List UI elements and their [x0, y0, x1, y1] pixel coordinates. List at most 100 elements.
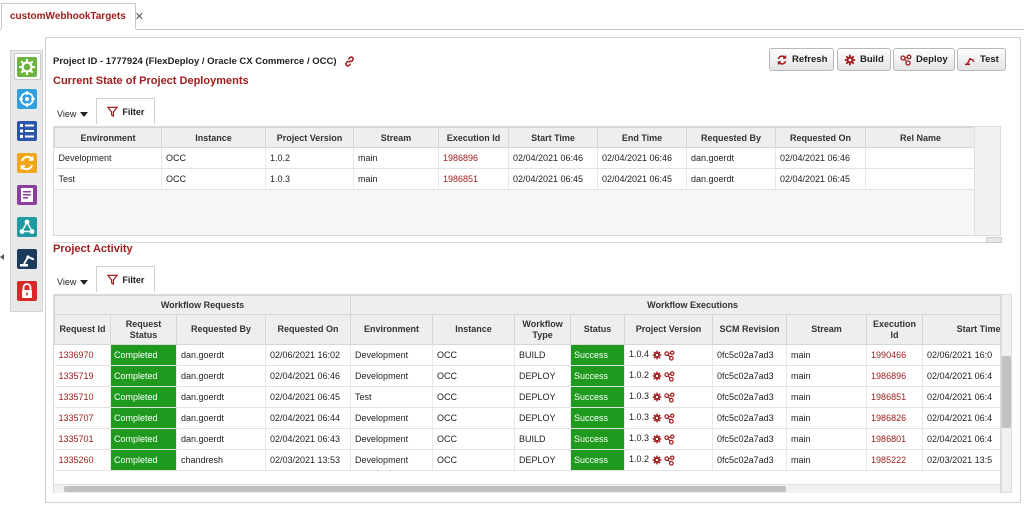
execution-id-link[interactable]: 1986801 [866, 428, 924, 450]
table-cell: 0fc5c02a7ad3 [712, 449, 788, 471]
refresh-button[interactable]: Refresh [769, 48, 835, 71]
column-header[interactable]: Execution Id [438, 127, 509, 148]
column-header[interactable]: Stream [786, 314, 868, 345]
column-header[interactable]: Instance [161, 127, 266, 148]
filter-button[interactable]: Filter [96, 98, 156, 124]
gear-icon[interactable] [652, 434, 662, 444]
view-menu[interactable]: View [57, 109, 89, 124]
table-cell: 0fc5c02a7ad3 [712, 344, 788, 366]
left-rail [10, 50, 43, 312]
table-cell: dan.goerdt [176, 344, 266, 366]
table-row[interactable]: 1335707 Completed dan.goerdt 02/04/2021 06:… [54, 407, 1000, 429]
deploy-button[interactable]: Deploy [893, 48, 955, 71]
deploy-icon[interactable] [664, 350, 675, 361]
test-button[interactable]: Test [957, 48, 1006, 71]
column-header[interactable]: Environment [350, 314, 434, 345]
overview-icon[interactable] [16, 56, 38, 78]
request-id-link[interactable]: 1336970 [54, 344, 111, 366]
splitter-handle[interactable] [986, 237, 1002, 243]
column-header[interactable]: Environment [54, 127, 162, 148]
project-version-text: 1.0.2 [629, 454, 650, 465]
gear-icon[interactable] [652, 371, 662, 381]
deploy-icon[interactable] [664, 371, 675, 382]
column-header[interactable]: Execution Id [866, 314, 924, 345]
gear-icon[interactable] [652, 350, 662, 360]
column-header[interactable]: Status [570, 314, 626, 345]
execution-id-link[interactable]: 1986851 [866, 386, 924, 408]
column-header[interactable]: Start Time [922, 314, 1000, 345]
lock-icon[interactable] [16, 280, 38, 302]
column-header[interactable]: Rel Name [865, 127, 976, 148]
activity-vertical-scroll-thumb[interactable] [1002, 356, 1011, 428]
column-header[interactable]: Project Version [265, 127, 354, 148]
request-id-link[interactable]: 1335710 [54, 386, 111, 408]
execution-id-link[interactable]: 1986896 [866, 365, 924, 387]
table-cell: 1.0.3 [265, 168, 354, 190]
column-header[interactable]: Project Version [624, 314, 714, 345]
table-cell: Development [350, 407, 434, 429]
column-header[interactable]: Request Status [110, 314, 177, 345]
column-header[interactable]: Requested On [264, 314, 352, 345]
target-icon[interactable] [16, 88, 38, 110]
table-cell: dan.goerdt [176, 428, 266, 450]
report-icon[interactable] [16, 184, 38, 206]
execution-id-link[interactable]: 1986851 [438, 168, 509, 190]
close-icon[interactable]: ✕ [135, 10, 144, 23]
deploy-icon[interactable] [664, 434, 675, 445]
table-row[interactable]: Test OCC 1.0.3 main 1986851 02/04/2021 06:45 0… [54, 168, 976, 190]
activity-horizontal-scroll-thumb[interactable] [64, 486, 786, 492]
table-cell: OCC [161, 168, 266, 190]
table-row[interactable]: 1335260 Completed chandresh 02/03/2021 13:5… [54, 449, 1000, 471]
column-header[interactable]: Requested By [686, 127, 776, 148]
execution-id-link[interactable]: 1986826 [866, 407, 924, 429]
build-button[interactable]: Build [837, 48, 891, 71]
robot-arm-icon[interactable] [16, 248, 38, 270]
execution-id-link[interactable]: 1990466 [866, 344, 924, 366]
table-row[interactable]: 1336970 Completed dan.goerdt 02/06/2021 16:… [54, 344, 1000, 366]
tab-custom-webhook-targets[interactable]: customWebhookTargets ✕ [1, 3, 144, 30]
view-menu[interactable]: View [57, 277, 89, 292]
table-row[interactable]: 1335719 Completed dan.goerdt 02/04/2021 06:… [54, 365, 1000, 387]
table-cell: Development [350, 449, 434, 471]
collapse-arrow-icon[interactable] [0, 254, 4, 260]
deploy-icon[interactable] [664, 455, 675, 466]
request-id-link[interactable]: 1335719 [54, 365, 111, 387]
link-icon[interactable] [343, 55, 356, 68]
topology-icon[interactable] [16, 216, 38, 238]
column-header[interactable]: Start Time [508, 127, 598, 148]
deploy-label: Deploy [916, 54, 948, 65]
project-version-text: 1.0.2 [629, 370, 650, 381]
column-header[interactable]: End Time [597, 127, 687, 148]
gear-icon[interactable] [652, 455, 662, 465]
properties-icon[interactable] [16, 120, 38, 142]
table-cell: DEPLOY [514, 407, 572, 429]
request-id-link[interactable]: 1335707 [54, 407, 111, 429]
deployments-scrollbar[interactable] [974, 127, 1000, 235]
gear-icon[interactable] [652, 413, 662, 423]
table-cell: chandresh [176, 449, 266, 471]
column-header[interactable]: Workflow Type [514, 314, 572, 345]
table-row[interactable]: 1335710 Completed dan.goerdt 02/04/2021 06:… [54, 386, 1000, 408]
table-row[interactable]: 1335701 Completed dan.goerdt 02/04/2021 06:… [54, 428, 1000, 450]
column-header[interactable]: Instance [432, 314, 516, 345]
request-status-badge: Completed [110, 344, 177, 366]
request-id-link[interactable]: 1335701 [54, 428, 111, 450]
table-cell: main [353, 147, 439, 169]
tab-title: customWebhookTargets [10, 10, 126, 22]
column-header[interactable]: Request Id [54, 314, 111, 345]
column-header[interactable]: Requested By [176, 314, 266, 345]
table-row[interactable]: Development OCC 1.0.2 main 1986896 02/04/2021… [54, 147, 976, 169]
table-cell: BUILD [514, 344, 572, 366]
activity-grid: Workflow Requests Workflow Executions Re… [54, 295, 1000, 471]
deploy-icon[interactable] [664, 413, 675, 424]
filter-button[interactable]: Filter [96, 266, 156, 292]
execution-id-link[interactable]: 1985222 [866, 449, 924, 471]
column-header[interactable]: SCM Revision [712, 314, 788, 345]
execution-id-link[interactable]: 1986896 [438, 147, 509, 169]
refresh-cycle-icon[interactable] [16, 152, 38, 174]
gear-icon[interactable] [652, 392, 662, 402]
deploy-icon[interactable] [664, 392, 675, 403]
column-header[interactable]: Stream [353, 127, 439, 148]
request-id-link[interactable]: 1335260 [54, 449, 111, 471]
column-header[interactable]: Requested On [775, 127, 866, 148]
